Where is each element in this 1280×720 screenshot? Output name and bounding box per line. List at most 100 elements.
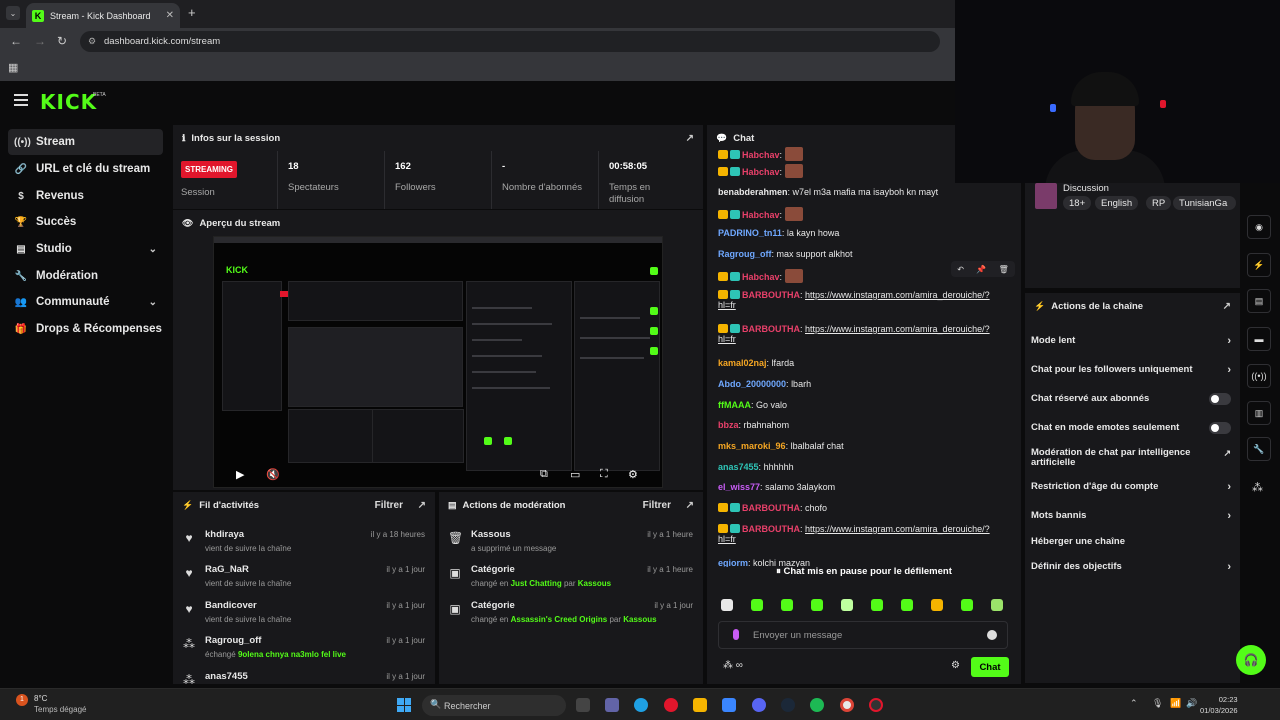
chat-message[interactable]: kamal02naj: lfarda xyxy=(718,358,794,368)
chat-username[interactable]: BARBOUTHA xyxy=(742,324,800,334)
chat-link[interactable]: https://www.instagram.com/amira_derouich… xyxy=(805,524,990,534)
chat-link-continuation[interactable]: hl=fr xyxy=(718,334,736,344)
points-icon[interactable]: ⁂ xyxy=(1252,481,1263,494)
chat-bubble-icon[interactable]: ▬ xyxy=(1247,327,1271,351)
menu-icon[interactable] xyxy=(14,94,28,106)
reply-icon[interactable]: ↶ xyxy=(957,265,964,274)
chat-message[interactable]: anas7455: hhhhhh xyxy=(718,462,794,472)
toggle-switch[interactable] xyxy=(1209,393,1231,405)
action-ai-moderation[interactable]: Modération de chat par intelligence arti… xyxy=(1031,448,1231,468)
popout-icon[interactable]: ↗ xyxy=(686,133,694,144)
chat-username[interactable]: BARBOUTHA xyxy=(742,290,800,300)
new-tab-button[interactable]: + xyxy=(188,5,196,20)
chat-message[interactable]: bbza: rbahnahom xyxy=(718,420,789,430)
action-banned-words[interactable]: Mots bannis › xyxy=(1031,511,1231,522)
sidebar-item-url-key[interactable]: 🔗 URL et clé du stream xyxy=(8,156,163,182)
delete-icon[interactable]: 🗑 xyxy=(999,265,1009,274)
sidebar-item-moderation[interactable]: 🔧 Modération xyxy=(8,263,163,289)
chat-link[interactable]: https://www.instagram.com/amira_derouich… xyxy=(805,290,990,300)
chat-username[interactable]: Ragroug_off xyxy=(718,249,772,259)
chat-username[interactable]: Habchav xyxy=(742,272,780,282)
chat-username[interactable]: anas7455 xyxy=(718,462,759,472)
back-icon[interactable]: ← xyxy=(10,34,22,48)
chat-message[interactable]: PADRINO_tn11: la kayn howa xyxy=(718,228,839,238)
chat-username[interactable]: Abdo_20000000 xyxy=(718,379,786,389)
start-icon[interactable] xyxy=(397,698,411,712)
steam-icon[interactable] xyxy=(781,698,795,712)
chat-username[interactable]: bbza xyxy=(718,420,739,430)
stream-video[interactable]: KICK ▶ 🔇 ⧉ ▭ ⛶ ⚙ xyxy=(213,236,663,488)
teams-icon[interactable] xyxy=(605,698,619,712)
play-icon[interactable]: ▶ xyxy=(236,468,244,481)
microphone-icon[interactable]: 🎙 xyxy=(1152,698,1163,709)
moderation-by[interactable]: Kassous xyxy=(623,615,656,624)
file-explorer-icon[interactable] xyxy=(693,698,707,712)
action-age-restriction[interactable]: Restriction d'âge du compte › xyxy=(1031,482,1231,493)
emoji-picker-icon[interactable] xyxy=(987,630,997,640)
filter-button[interactable]: Filtrer xyxy=(643,500,671,511)
forward-icon[interactable]: → xyxy=(34,34,46,48)
emote-icon[interactable] xyxy=(781,599,793,611)
chat-message[interactable]: ffMAAA: Go valo xyxy=(718,400,787,410)
sidebar-item-studio[interactable]: ▤ Studio ⌄ xyxy=(8,236,163,262)
chat-username[interactable]: ffMAAA xyxy=(718,400,751,410)
chat-message[interactable]: Habchav: xyxy=(718,147,803,161)
pin-icon[interactable]: 📌 xyxy=(976,265,986,274)
chat-username[interactable]: Habchav xyxy=(742,150,780,160)
action-set-goals[interactable]: Définir des objectifs › xyxy=(1031,562,1231,573)
emote-icon[interactable] xyxy=(841,599,853,611)
chat-link[interactable]: https://www.instagram.com/amira_derouich… xyxy=(805,324,990,334)
chat-messages[interactable]: Habchav: Habchav: benabderahmen: w7el m3… xyxy=(718,147,1013,567)
chat-username[interactable]: Habchav xyxy=(742,167,780,177)
chat-settings-icon[interactable]: ⚙ xyxy=(951,660,960,671)
chat-username[interactable]: BARBOUTHA xyxy=(742,524,800,534)
activity-user[interactable]: Ragroug_off xyxy=(205,635,261,646)
support-chat-button[interactable]: 🎧 xyxy=(1236,645,1266,675)
emote-icon[interactable] xyxy=(901,599,913,611)
sidebar-item-drops[interactable]: 🎁 Drops & Récompenses xyxy=(8,316,163,342)
action-followers-only[interactable]: Chat pour les followers uniquement › xyxy=(1031,365,1231,376)
chat-message[interactable]: mks_maroki_96: lbalbalaf chat xyxy=(718,441,844,451)
chat-send-button[interactable]: Chat xyxy=(971,657,1009,677)
kick-logo[interactable]: KICK xyxy=(40,90,97,114)
points-icon[interactable]: ⁂ ∞ xyxy=(723,660,743,671)
chat-message[interactable]: BARBOUTHA: chofo xyxy=(718,503,827,513)
sidebar-item-community[interactable]: 👥 Communauté ⌄ xyxy=(8,289,163,315)
emote-icon[interactable] xyxy=(931,599,943,611)
chat-message[interactable]: Habchav: xyxy=(718,269,803,283)
filter-button[interactable]: Filtrer xyxy=(375,500,403,511)
emote-icon[interactable] xyxy=(871,599,883,611)
chat-message[interactable]: benabderahmen: w7el m3a mafia ma isayboh… xyxy=(718,187,938,197)
chat-username[interactable]: Habchav xyxy=(742,210,780,220)
taskbar-search[interactable]: 🔍 Rechercher xyxy=(422,695,566,716)
site-info-icon[interactable]: ⚙ xyxy=(88,36,97,46)
chat-username[interactable]: benabderahmen xyxy=(718,187,788,197)
address-bar[interactable]: ⚙ dashboard.kick.com/stream xyxy=(80,31,940,52)
camera-icon[interactable]: ◉ xyxy=(1247,215,1271,239)
chat-message[interactable]: BARBOUTHA: https://www.instagram.com/ami… xyxy=(718,290,990,310)
chat-input[interactable]: Envoyer un message xyxy=(718,621,1008,649)
settings-icon[interactable]: ⚙ xyxy=(628,468,638,481)
edge-icon[interactable] xyxy=(634,698,648,712)
chat-link-continuation[interactable]: hl=fr xyxy=(718,300,736,310)
browser-tab[interactable]: K Stream - Kick Dashboard ✕ xyxy=(26,3,180,28)
activity-user[interactable]: anas7455 xyxy=(205,671,248,682)
chat-message[interactable]: Ragroug_off: max support alkhot xyxy=(718,249,853,259)
microphone-icon[interactable] xyxy=(733,629,739,640)
chat-message[interactable]: Abdo_20000000: lbarh xyxy=(718,379,811,389)
activity-user[interactable]: Bandicover xyxy=(205,600,257,611)
action-host-channel[interactable]: Héberger une chaîne xyxy=(1031,537,1231,547)
tray-chevron-icon[interactable]: ⌃ xyxy=(1130,698,1138,709)
chat-paused-banner[interactable]: ⏸ Chat mis en pause pour le défilement xyxy=(707,566,1021,577)
chat-message[interactable]: el_wiss77: salamo 3alaykom xyxy=(718,482,835,492)
wifi-icon[interactable]: 📶 xyxy=(1170,698,1181,709)
chat-message[interactable]: BARBOUTHA: https://www.instagram.com/ami… xyxy=(718,324,990,344)
action-slow-mode[interactable]: Mode lent › xyxy=(1031,336,1231,347)
popout-icon[interactable]: ↗ xyxy=(418,500,426,511)
tab-close-icon[interactable]: ✕ xyxy=(166,10,174,21)
volume-icon[interactable]: 🔊 xyxy=(1186,698,1197,709)
pip-icon[interactable]: ⧉ xyxy=(540,468,548,481)
popout-icon[interactable]: ↗ xyxy=(1223,301,1231,312)
reload-icon[interactable]: ↻ xyxy=(57,34,67,48)
chrome-icon[interactable] xyxy=(840,698,854,712)
